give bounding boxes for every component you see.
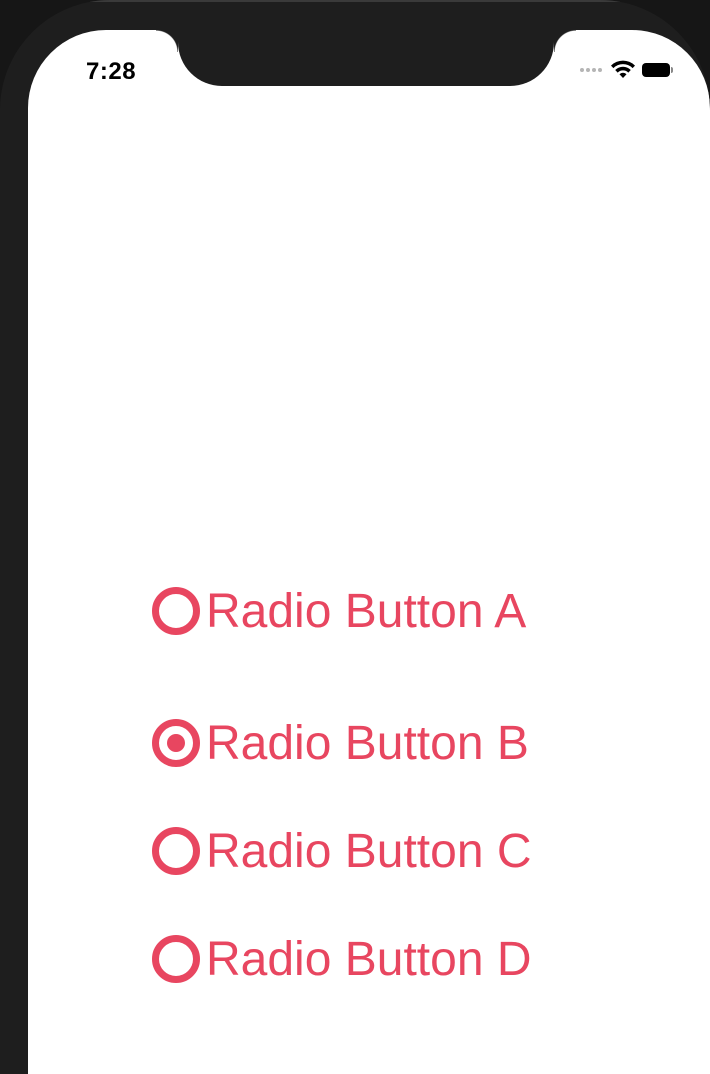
device-frame: 7:28 Radio Button A Radio Button B Radio… bbox=[0, 0, 710, 1074]
radio-option-a[interactable]: Radio Button A bbox=[152, 581, 602, 641]
radio-option-d[interactable]: Radio Button D bbox=[152, 905, 602, 1013]
cellular-dots-icon bbox=[580, 68, 602, 72]
radio-unchecked-icon[interactable] bbox=[152, 587, 200, 635]
radio-option-c[interactable]: Radio Button C bbox=[152, 797, 602, 905]
radio-group: Radio Button A Radio Button B Radio Butt… bbox=[152, 581, 602, 1013]
battery-icon bbox=[642, 62, 676, 78]
device-notch bbox=[156, 30, 576, 86]
radio-checked-dot bbox=[167, 734, 185, 752]
status-icons bbox=[580, 60, 676, 80]
status-time: 7:28 bbox=[86, 58, 137, 85]
screen: 7:28 Radio Button A Radio Button B Radio… bbox=[28, 30, 710, 1074]
radio-option-label: Radio Button D bbox=[206, 932, 532, 986]
radio-unchecked-icon[interactable] bbox=[152, 935, 200, 983]
radio-option-label: Radio Button C bbox=[206, 824, 532, 878]
radio-option-label: Radio Button B bbox=[206, 716, 529, 770]
radio-checked-icon[interactable] bbox=[152, 719, 200, 767]
radio-unchecked-icon[interactable] bbox=[152, 827, 200, 875]
radio-option-label: Radio Button A bbox=[206, 584, 527, 638]
wifi-icon bbox=[611, 60, 635, 78]
radio-option-b[interactable]: Radio Button B bbox=[152, 689, 602, 797]
